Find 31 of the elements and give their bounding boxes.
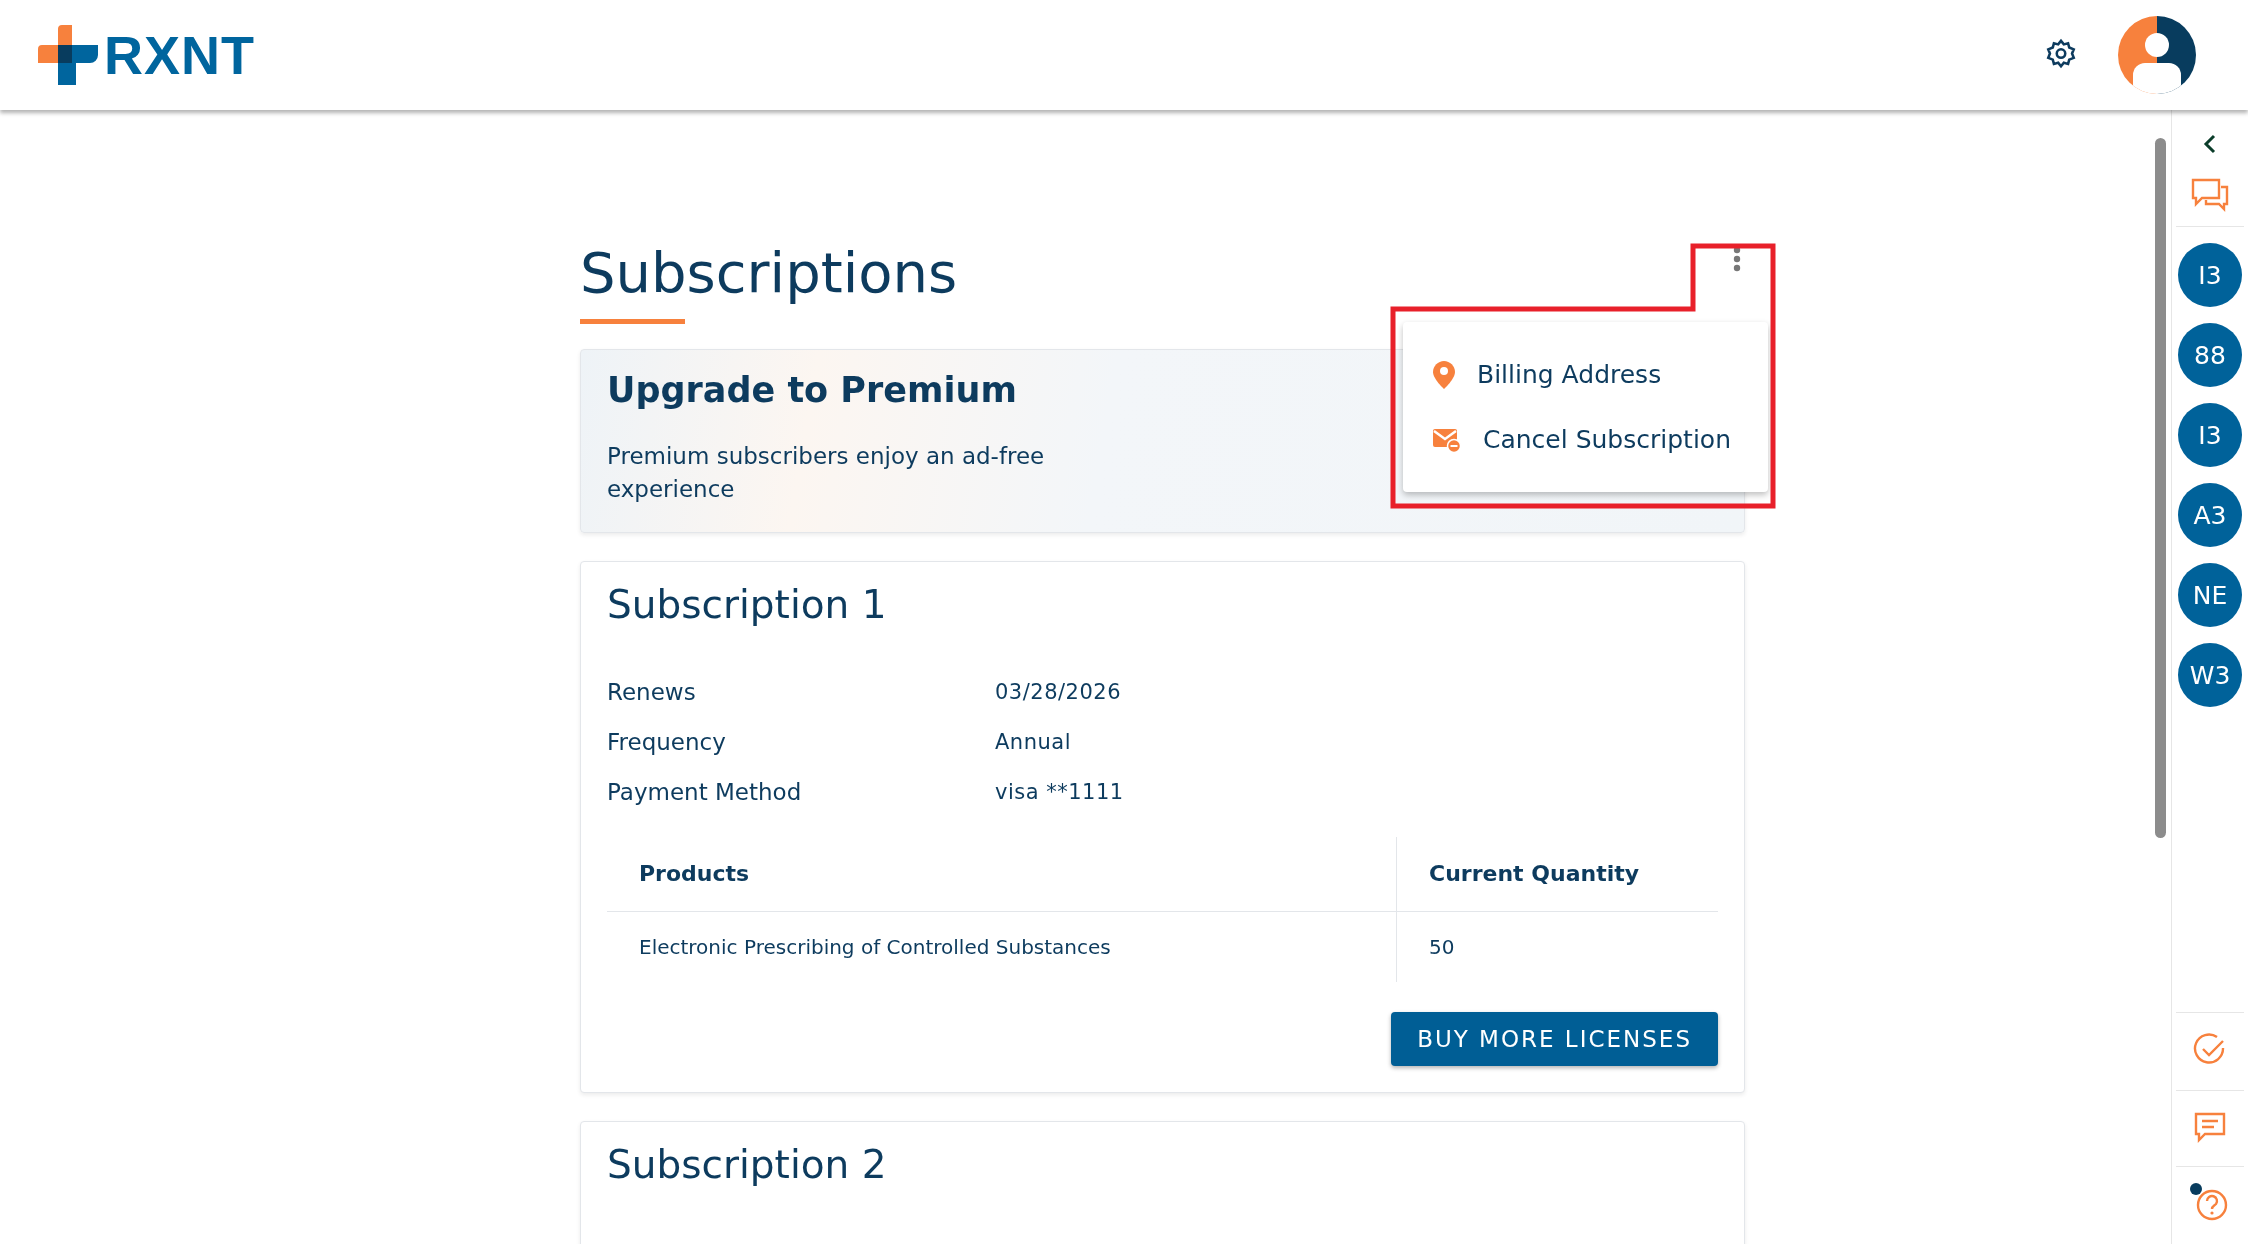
contact-avatar[interactable]: NE [2178, 563, 2242, 627]
premium-title: Upgrade to Premium [607, 370, 1017, 410]
subscription-title: Subscription 2 [607, 1142, 888, 1187]
kebab-icon [1733, 246, 1741, 272]
contact-avatar[interactable]: W3 [2178, 643, 2242, 707]
detail-label: Payment Method [607, 779, 803, 805]
detail-label: Frequency [607, 729, 727, 755]
column-header: Products [607, 837, 1397, 912]
detail-value: visa **1111 [995, 780, 1125, 804]
chevron-left-icon [2203, 134, 2217, 154]
mail-minus-icon [1433, 426, 1461, 453]
location-pin-icon [1433, 360, 1455, 389]
column-header: Current Quantity [1397, 837, 1718, 912]
menu-item[interactable]: Billing Address [1403, 342, 1768, 407]
table-cell-text: 50 [1428, 934, 1456, 961]
contact-avatar[interactable]: I3 [2178, 243, 2242, 307]
user-avatar[interactable] [2118, 16, 2196, 94]
contact-avatar[interactable]: 88 [2178, 323, 2242, 387]
menu-item[interactable]: Cancel Subscription [1403, 407, 1768, 472]
subscription-title: Subscription 1 [607, 582, 888, 627]
cross-logo-icon [38, 25, 98, 85]
contact-avatar[interactable]: A3 [2178, 483, 2242, 547]
logo-text: RXNT [104, 24, 255, 86]
detail-value: 03/28/2026 [995, 680, 1123, 704]
detail-label: Renews [607, 679, 697, 705]
detail-value: Annual [995, 730, 1072, 754]
buy-licenses-button[interactable]: BUY MORE LICENSES [1391, 1012, 1718, 1066]
premium-description: Premium subscribers enjoy an ad-free experience [607, 442, 1046, 504]
table-cell: Electronic Prescribing of Controlled Substances [607, 912, 1397, 982]
contact-avatar[interactable]: I3 [2178, 403, 2242, 467]
page-title: Subscriptions [580, 240, 958, 307]
